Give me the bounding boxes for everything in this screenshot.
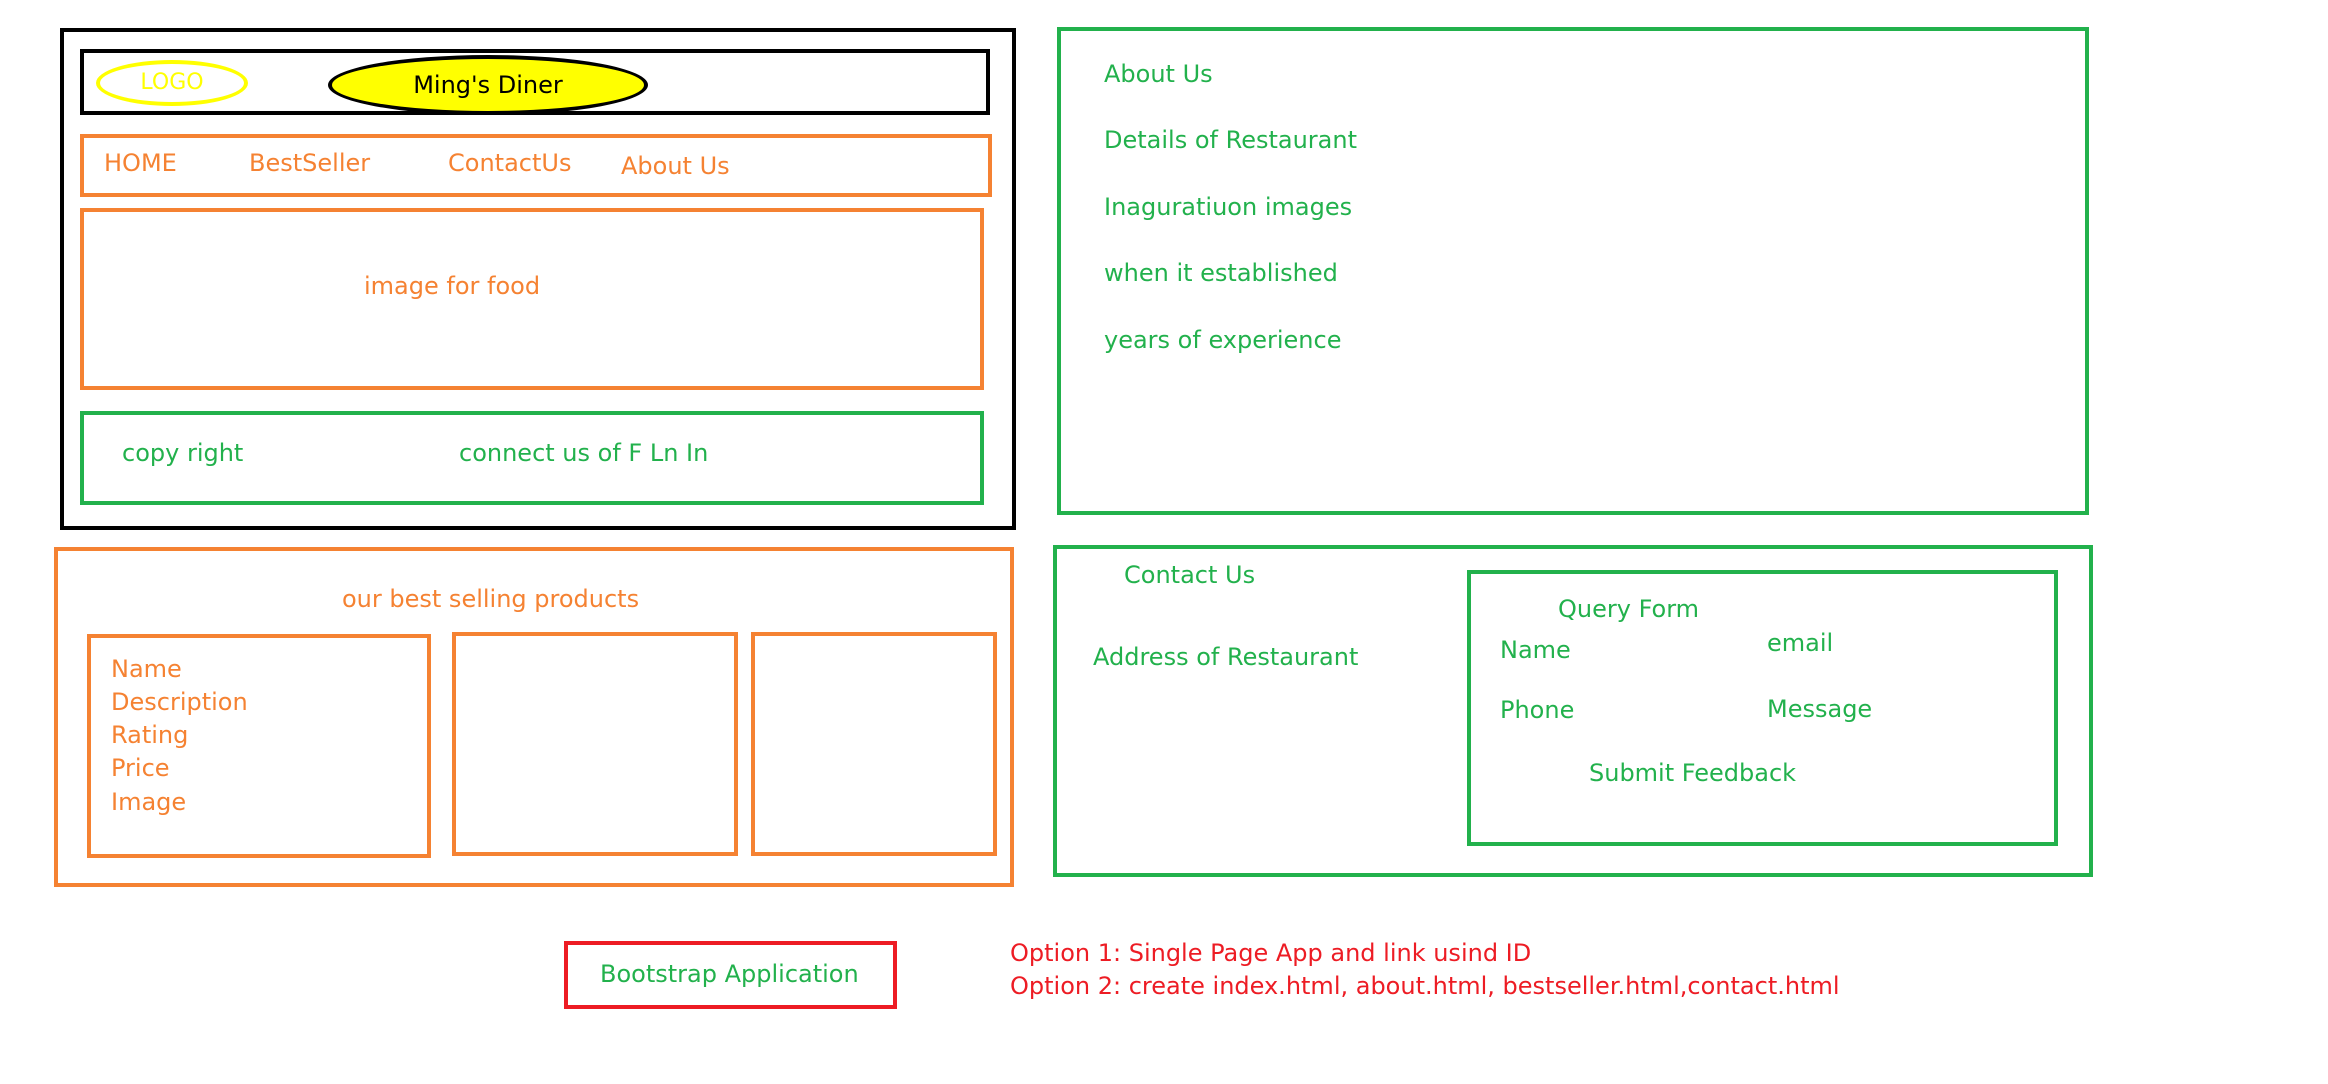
about-title: About Us [1104,60,1213,88]
nav-item-home[interactable]: HOME [104,151,177,175]
about-details: Details of Restaurant [1104,126,1357,154]
nav-item-aboutus[interactable]: About Us [621,154,730,178]
logo-placeholder: LOGO [96,60,248,106]
product-field-rating: Rating [111,721,189,749]
option-2-note: Option 2: create index.html, about.html,… [1010,972,1840,1000]
form-message-field[interactable]: Message [1767,697,1872,721]
footer-social: connect us of F Ln In [459,439,709,467]
nav-item-bestseller[interactable]: BestSeller [249,151,370,175]
hero-label: image for food [364,272,541,300]
product-field-price: Price [111,754,170,782]
product-card [751,632,997,856]
bestseller-title: our best selling products [342,585,640,613]
product-card [452,632,738,856]
form-email-field[interactable]: email [1767,631,1833,655]
about-established: when it established [1104,259,1338,287]
product-field-description: Description [111,688,248,716]
query-form-title: Query Form [1558,595,1700,623]
contact-title: Contact Us [1124,561,1256,589]
submit-feedback-button[interactable]: Submit Feedback [1589,761,1796,785]
about-images: Inaguratiuon images [1104,193,1353,221]
contact-address: Address of Restaurant [1093,643,1359,671]
nav-item-contactus[interactable]: ContactUs [448,151,571,175]
product-field-name: Name [111,655,182,683]
product-field-image: Image [111,788,187,816]
about-experience: years of experience [1104,326,1342,354]
form-name-field[interactable]: Name [1500,638,1571,662]
bootstrap-app-label: Bootstrap Application [600,960,859,988]
site-title-badge: Ming's Diner [328,55,648,115]
footer-copyright: copy right [122,439,244,467]
option-1-note: Option 1: Single Page App and link usind… [1010,939,1532,967]
site-title: Ming's Diner [413,71,563,99]
logo-text: LOGO [140,70,204,95]
form-phone-field[interactable]: Phone [1500,698,1574,722]
